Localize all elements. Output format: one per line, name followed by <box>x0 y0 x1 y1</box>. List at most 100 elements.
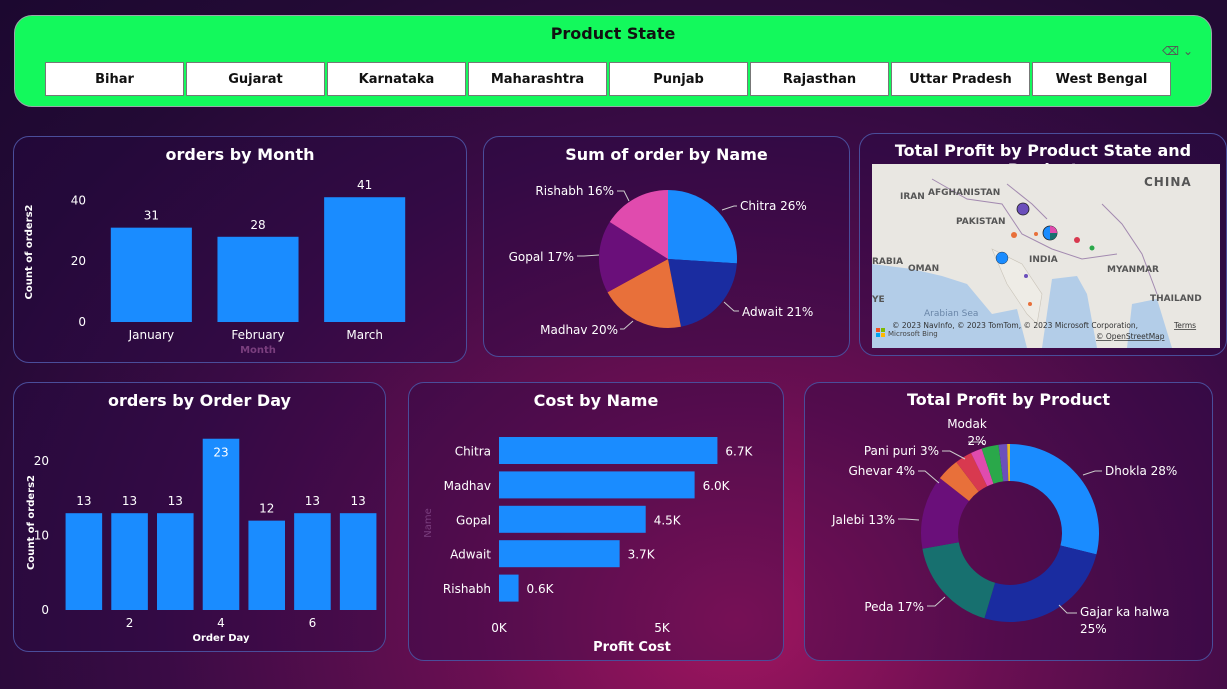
leader-line <box>898 518 920 521</box>
map-bubble[interactable] <box>1024 274 1028 278</box>
x-axis-label: Profit Cost <box>593 640 671 655</box>
map-label-iran: IRAN <box>900 192 925 202</box>
map-bubble-pie[interactable] <box>1050 233 1057 240</box>
map-copyright: © 2023 NavInfo, © 2023 TomTom, © 2023 Mi… <box>892 321 1138 330</box>
data-label: 6.7K <box>725 445 753 459</box>
slicer-item-west-bengal[interactable]: West Bengal <box>1032 62 1171 96</box>
map-bay-of-bengal <box>1042 276 1097 348</box>
data-label: 12 <box>259 502 274 516</box>
y-axis-label: Count of orders2 <box>24 204 35 299</box>
bar <box>65 513 103 610</box>
map-bubble[interactable] <box>1028 302 1032 306</box>
card-order-by-name[interactable]: Sum of order by Name Chitra 26% Adwait 21… <box>483 136 850 357</box>
slicer-tools: ⌫ ⌄ <box>1162 44 1193 58</box>
y-tick-label: Madhav <box>444 479 491 493</box>
map-canvas: CHINA AFGHANISTAN IRAN PAKISTAN RABIA OM… <box>872 175 1202 348</box>
map-bubble[interactable] <box>1034 232 1038 236</box>
orders-by-day-chart: 0102013 132132341213613Count of orders2Or… <box>26 438 377 644</box>
chevron-down-icon[interactable]: ⌄ <box>1183 44 1193 58</box>
map-bubble[interactable] <box>1089 245 1095 251</box>
map-bubble-pie[interactable] <box>1050 226 1057 233</box>
bar <box>499 437 718 464</box>
bing-logo <box>876 328 880 332</box>
data-label: 13 <box>305 494 320 508</box>
data-label: 41 <box>357 178 372 192</box>
y-tick-label: Adwait <box>450 548 491 562</box>
y-tick-label: 20 <box>71 254 86 268</box>
slice-label: Chitra 26% <box>740 199 807 213</box>
bing-logo <box>881 328 885 332</box>
data-label: 13 <box>351 494 366 508</box>
slicer-item-uttar-pradesh[interactable]: Uttar Pradesh <box>891 62 1030 96</box>
bar <box>248 520 285 610</box>
map-bubble[interactable] <box>1016 202 1030 216</box>
x-tick-label: February <box>231 328 284 342</box>
eraser-icon[interactable]: ⌫ <box>1162 44 1179 58</box>
map-bing-label: Microsoft Bing <box>888 330 938 338</box>
slice-label: Rishabh 16% <box>535 184 614 198</box>
slice-label: Pani puri 3% <box>864 444 939 458</box>
card-profit-by-product[interactable]: Total Profit by Product Dhokla 28% Gajar … <box>804 382 1213 661</box>
slicer-item-gujarat[interactable]: Gujarat <box>186 62 325 96</box>
slice-label: 2% <box>967 434 986 448</box>
order-by-name-pie-chart: Chitra 26% Adwait 21% Madhav 20% Gopal 17% R… <box>509 184 814 337</box>
bar <box>324 197 406 322</box>
leader-line <box>1082 470 1102 476</box>
slicer-item-punjab[interactable]: Punjab <box>609 62 748 96</box>
x-tick-label: 2 <box>126 616 134 630</box>
data-label: 3.7K <box>628 548 656 562</box>
slicer-item-bihar[interactable]: Bihar <box>45 62 184 96</box>
slice-label: Jalebi 13% <box>831 513 895 527</box>
map-label-arabia: RABIA <box>872 257 903 267</box>
slice-label: Adwait 21% <box>742 305 813 319</box>
data-label: 13 <box>122 494 137 508</box>
bar <box>499 574 519 602</box>
bar <box>294 513 331 610</box>
card-orders-by-day[interactable]: orders by Order Day 0 10 20 13 13 2 13 23 4 12 13 6… <box>13 382 386 652</box>
pie-slice <box>1010 444 1099 555</box>
slice-label: Modak <box>947 417 987 431</box>
map-bubble[interactable] <box>1074 237 1080 243</box>
map-bubble[interactable] <box>1011 232 1017 238</box>
x-axis-label: Order Day <box>192 633 250 644</box>
x-tick-label: 6 <box>309 616 317 630</box>
bing-logo <box>876 333 880 337</box>
data-label: 13 <box>168 494 183 508</box>
map-bubble[interactable] <box>995 251 1009 265</box>
map-terms-link[interactable]: Terms <box>1173 321 1196 330</box>
cost-by-name-chart: Chitra 6.7K Madhav 6.0K Gopal 4.5K Adwait 3.7K R… <box>423 437 754 655</box>
y-axis-label: Count of orders2 <box>26 475 37 570</box>
map-label-ye: YE <box>872 295 885 305</box>
slicer-item-karnataka[interactable]: Karnataka <box>327 62 466 96</box>
leader-line <box>942 450 966 460</box>
slice-label: Ghevar 4% <box>848 464 915 478</box>
x-tick-label: 0K <box>491 621 508 635</box>
x-tick-label: March <box>346 328 383 342</box>
bing-logo <box>881 333 885 337</box>
bar <box>217 236 299 322</box>
card-profit-map[interactable]: Total Profit by Product State and Produc… <box>859 133 1227 356</box>
data-label: 23 <box>213 446 228 460</box>
slice-label: Madhav 20% <box>540 323 618 337</box>
slice-label: Gopal 17% <box>509 250 574 264</box>
slice-label: Peda 17% <box>864 600 924 614</box>
slicer-item-rajasthan[interactable]: Rajasthan <box>750 62 889 96</box>
y-tick-label: Chitra <box>455 445 491 459</box>
bar <box>499 505 646 533</box>
x-tick-label: 5K <box>654 621 671 635</box>
leader-line <box>723 301 739 312</box>
profit-map[interactable]: CHINA AFGHANISTAN IRAN PAKISTAN RABIA OM… <box>872 164 1220 348</box>
card-cost-by-name[interactable]: Cost by Name Chitra 6.7K Madhav 6.0K Gopal 4.… <box>408 382 784 661</box>
data-label: 28 <box>250 218 265 232</box>
data-label: 13 <box>76 494 91 508</box>
leader-line <box>927 596 946 607</box>
orders-by-month-chart: 0 20 40 31 January 28 February 41 March Count of … <box>24 178 406 356</box>
slice-label: Gajar ka halwa <box>1080 605 1169 619</box>
card-orders-by-month[interactable]: orders by Month 0 20 40 31 January 28 February… <box>13 136 467 363</box>
map-osm-link[interactable]: © OpenStreetMap <box>1096 332 1165 341</box>
map-label-afghanistan: AFGHANISTAN <box>928 188 1000 198</box>
map-label-pakistan: PAKISTAN <box>956 217 1005 227</box>
slicer-item-maharashtra[interactable]: Maharashtra <box>468 62 607 96</box>
x-axis-label: Month <box>240 345 276 356</box>
y-tick-label: Gopal <box>456 513 491 527</box>
